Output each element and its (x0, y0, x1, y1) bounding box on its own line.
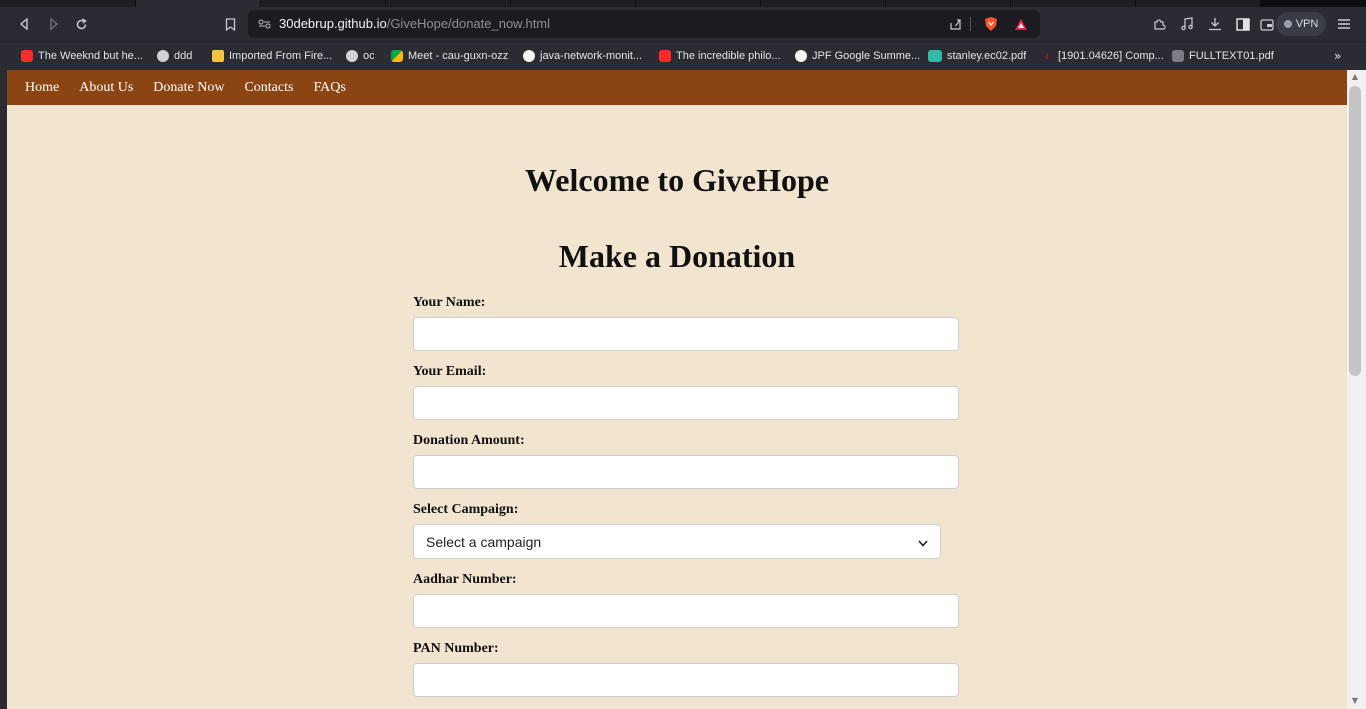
bookmark-label: stanley.ec02.pdf (947, 50, 1027, 62)
bookmark-item[interactable]: JPF Google Summe... (795, 42, 920, 70)
chevron-down-icon (918, 534, 928, 550)
arxiv-icon: ‹ (1044, 48, 1050, 63)
back-icon[interactable] (14, 7, 34, 41)
browser-tab-active[interactable] (136, 0, 261, 7)
campaign-select[interactable]: Select a campaign (413, 524, 941, 559)
name-field[interactable] (413, 317, 959, 351)
bookmark-item[interactable]: The Weeknd but he... (21, 42, 143, 70)
globe-icon (346, 50, 358, 62)
bookmark-item[interactable]: Imported From Fire... (212, 42, 332, 70)
bookmark-item[interactable]: The incredible philo... (659, 42, 781, 70)
globe-icon (157, 50, 169, 62)
bookmarks-bar: The Weeknd but he... ddd Imported From F… (0, 41, 1366, 70)
scroll-up-icon[interactable]: ▲ (1351, 73, 1359, 81)
extensions-icon[interactable] (1150, 7, 1168, 41)
bookmark-label: Meet - cau-guxn-ozz (408, 50, 509, 62)
bookmark-item[interactable]: oc (346, 42, 375, 70)
url-text: 30debrup.github.io/GiveHope/donate_now.h… (279, 10, 550, 38)
notion-icon (928, 50, 942, 62)
window-left-edge (0, 70, 7, 709)
browser-tab-strip (0, 0, 1366, 7)
amount-label: Donation Amount: (413, 433, 525, 448)
page-title: Welcome to GiveHope (525, 162, 829, 198)
brave-rewards-icon[interactable] (1012, 10, 1030, 38)
url-path: /GiveHope/donate_now.html (386, 16, 551, 31)
download-icon[interactable] (1206, 7, 1224, 41)
browser-tab[interactable] (1136, 0, 1261, 7)
vpn-label: VPN (1295, 18, 1319, 30)
scrollbar-thumb[interactable] (1349, 86, 1361, 376)
vpn-status-icon (1283, 20, 1292, 28)
amount-field[interactable] (413, 455, 959, 489)
name-label: Your Name: (413, 295, 486, 310)
bookmark-label: The Weeknd but he... (38, 50, 143, 62)
bookmark-label: [1901.04626] Comp... (1058, 50, 1164, 62)
email-label: Your Email: (413, 364, 487, 379)
browser-tab[interactable] (761, 0, 886, 7)
address-bar[interactable]: 30debrup.github.io/GiveHope/donate_now.h… (248, 10, 1040, 38)
nav-contacts[interactable]: Contacts (244, 80, 293, 96)
share-icon[interactable] (946, 10, 964, 38)
folder-icon (212, 50, 224, 62)
browser-tab[interactable] (261, 0, 386, 7)
nav-donate-now[interactable]: Donate Now (153, 80, 224, 96)
bookmarks-overflow-button[interactable]: » (1334, 42, 1341, 70)
browser-tab[interactable] (386, 0, 511, 7)
bookmark-label: FULLTEXT01.pdf (1189, 50, 1274, 62)
site-info-icon[interactable] (256, 10, 272, 38)
site-nav: Home About Us Donate Now Contacts FAQs (7, 70, 1347, 105)
browser-tab[interactable] (636, 0, 761, 7)
campaign-label: Select Campaign: (413, 502, 519, 517)
bookmark-item[interactable]: FULLTEXT01.pdf (1172, 42, 1274, 70)
bookmark-label: Imported From Fire... (229, 50, 333, 62)
browser-tab[interactable] (511, 0, 636, 7)
browser-tab[interactable] (0, 0, 136, 7)
pan-label: PAN Number: (413, 641, 499, 656)
forward-icon[interactable] (44, 7, 64, 41)
vpn-button[interactable]: VPN (1276, 12, 1326, 36)
bookmark-item[interactable]: ‹ [1901.04626] Comp... (1041, 42, 1164, 70)
nav-about-us[interactable]: About Us (79, 80, 133, 96)
youtube-icon (21, 50, 33, 62)
bookmark-label: The incredible philo... (676, 50, 781, 62)
url-divider (970, 17, 971, 31)
nav-faqs[interactable]: FAQs (313, 80, 345, 96)
youtube-icon (659, 50, 671, 62)
github-icon (795, 50, 807, 62)
wallet-icon[interactable] (1258, 7, 1276, 41)
bookmark-item[interactable]: stanley.ec02.pdf (928, 42, 1026, 70)
pdf-icon (1172, 50, 1184, 62)
bookmark-item[interactable]: java-network-monit... (523, 42, 642, 70)
bookmark-item[interactable]: ddd (157, 42, 192, 70)
bookmark-label: oc (363, 50, 375, 62)
menu-icon[interactable] (1334, 7, 1354, 41)
bookmark-label: ddd (174, 50, 193, 62)
sidebar-icon[interactable] (1234, 7, 1252, 41)
browser-tab[interactable] (886, 0, 1011, 7)
github-icon (523, 50, 535, 62)
scroll-down-icon[interactable]: ▼ (1351, 697, 1359, 705)
media-icon[interactable] (1178, 7, 1196, 41)
browser-toolbar: 30debrup.github.io/GiveHope/donate_now.h… (0, 7, 1366, 41)
browser-tab[interactable] (1011, 0, 1136, 7)
pan-field[interactable] (413, 663, 959, 697)
aadhar-label: Aadhar Number: (413, 572, 517, 587)
brave-shields-icon[interactable] (982, 10, 1000, 38)
reload-icon[interactable] (70, 7, 92, 41)
bookmark-icon[interactable] (220, 7, 240, 41)
nav-home[interactable]: Home (25, 80, 59, 96)
email-field[interactable] (413, 386, 959, 420)
meet-icon (391, 50, 403, 62)
url-host: 30debrup.github.io (279, 16, 387, 31)
aadhar-field[interactable] (413, 594, 959, 628)
campaign-selected-value: Select a campaign (426, 533, 542, 550)
bookmark-label: java-network-monit... (540, 50, 643, 62)
form-title: Make a Donation (558, 238, 796, 274)
bookmark-label: JPF Google Summe... (812, 50, 921, 62)
bookmark-item[interactable]: Meet - cau-guxn-ozz (391, 42, 508, 70)
